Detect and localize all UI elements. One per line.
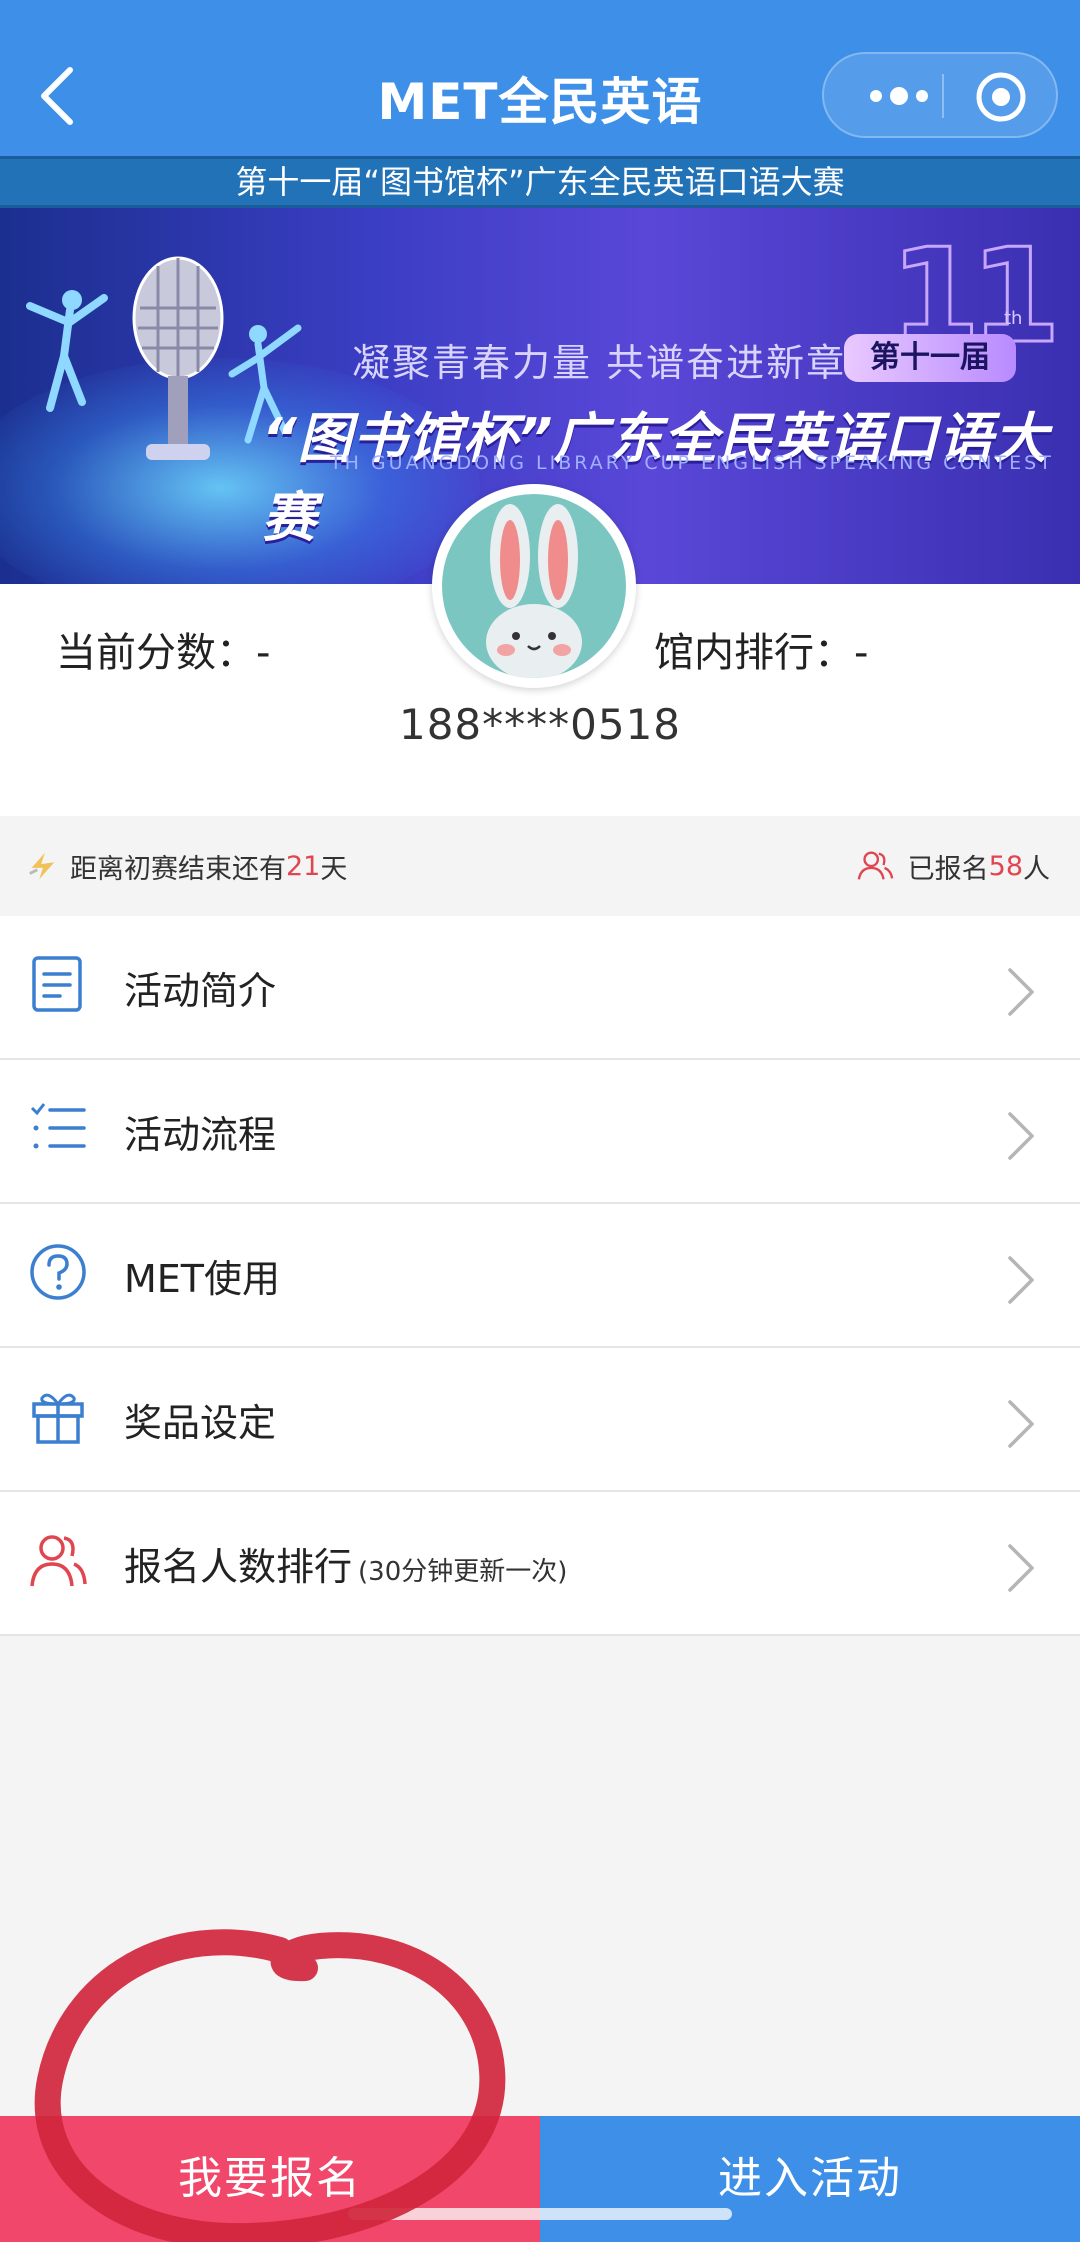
gift-icon [32,1393,84,1444]
capsule-divider [942,74,944,118]
bunny-avatar-icon [486,504,582,678]
current-score: 当前分数：- [56,630,271,676]
nav-bar: MET全民英语 [0,0,1080,156]
update-frequency-note: (30分钟更新一次) [358,1557,568,1587]
menu-item-met-usage[interactable]: MET使用 [0,1204,1080,1348]
target-close-icon[interactable] [974,70,1028,124]
edition-suffix: th [1004,308,1023,329]
microphone-illustration [132,256,224,460]
countdown-days: 21 [286,850,321,882]
question-icon [30,1244,86,1300]
registered-prefix: 已报名 [907,853,989,885]
chevron-right-icon [1008,1256,1034,1304]
users-icon [30,1535,87,1587]
countdown-prefix: 距离初赛结束还有 [70,853,286,885]
home-indicator [348,2208,732,2220]
chevron-right-icon [1008,1400,1034,1448]
chevron-right-icon [1008,968,1034,1016]
contest-info-bar: 距离初赛结束还有 21 天 已报名 58 人 [0,816,1080,916]
menu-list: 活动简介 活动流程 MET使用 奖品设定 报名人数排行 (30分钟更新一次) [0,916,1080,1636]
banner-english-title: TH GUANGDONG LIBRARY CUP ENGLISH SPEAKIN… [330,452,1054,474]
menu-item-prizes[interactable]: 奖品设定 [0,1348,1080,1492]
document-icon [32,956,82,1012]
dancer-silhouette [26,290,108,412]
registered-number: 58 [988,850,1023,882]
library-rank: 馆内排行：- [654,630,869,676]
menu-item-label: 活动简介 [124,969,277,1013]
edition-badge: 第十一届 [844,334,1016,382]
registered-count: 已报名 58 人 [856,846,1050,886]
menu-item-label: MET使用 [124,1257,281,1301]
menu-item-process[interactable]: 活动流程 [0,1060,1080,1204]
menu-item-label: 活动流程 [124,1113,277,1157]
menu-item-intro[interactable]: 活动简介 [0,916,1080,1060]
chevron-right-icon [1008,1544,1034,1592]
banner-slogan: 凝聚青春力量 共谱奋进新章 [352,341,847,385]
mini-program-capsule [822,52,1058,138]
users-icon [857,851,893,880]
lightning-icon [29,852,55,880]
menu-item-label: 报名人数排行 (30分钟更新一次) [124,1545,568,1589]
menu-item-ranking[interactable]: 报名人数排行 (30分钟更新一次) [0,1492,1080,1636]
chevron-right-icon [1008,1112,1034,1160]
contest-subtitle: 第十一届“图书馆杯”广东全民英语口语大赛 [0,156,1080,208]
countdown-suffix: 天 [320,853,348,885]
user-phone: 188****0518 [398,700,682,749]
registered-suffix: 人 [1023,853,1050,885]
register-button[interactable]: 我要报名 [0,2116,540,2242]
menu-item-label: 奖品设定 [124,1401,277,1445]
enter-activity-button[interactable]: 进入活动 [540,2116,1080,2242]
avatar[interactable] [432,484,636,688]
countdown: 距离初赛结束还有 21 天 [26,846,347,886]
more-dots-icon[interactable] [854,72,944,120]
list-icon [30,1103,86,1149]
